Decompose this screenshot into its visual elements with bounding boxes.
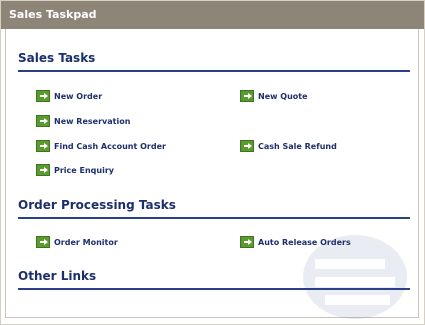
- task-price-enquiry[interactable]: Price Enquiry: [36, 163, 114, 177]
- section-divider-order-processing: [18, 217, 410, 219]
- task-label: Price Enquiry: [54, 165, 114, 175]
- logo-watermark: [303, 235, 407, 319]
- task-cash-sale-refund[interactable]: Cash Sale Refund: [240, 139, 337, 153]
- section-title-other-links: Other Links: [18, 269, 97, 283]
- task-new-quote[interactable]: New Quote: [240, 89, 308, 103]
- green-arrow-icon: [36, 115, 50, 127]
- task-label: New Order: [54, 91, 103, 101]
- green-arrow-icon: [36, 90, 50, 102]
- green-arrow-icon: [36, 164, 50, 176]
- taskpad-panel: Sales Tasks New Order New Quote New Rese…: [5, 29, 419, 319]
- section-divider-sales: [18, 70, 410, 72]
- task-label: Find Cash Account Order: [54, 141, 166, 151]
- green-arrow-icon: [240, 236, 254, 248]
- task-label: New Quote: [258, 91, 308, 101]
- task-find-cash-account-order[interactable]: Find Cash Account Order: [36, 139, 166, 153]
- task-new-reservation[interactable]: New Reservation: [36, 114, 130, 128]
- green-arrow-icon: [240, 140, 254, 152]
- green-arrow-icon: [240, 90, 254, 102]
- task-label: Cash Sale Refund: [258, 141, 337, 151]
- sales-taskpad-window: Sales Taskpad Sales Tasks New Order New …: [0, 0, 425, 325]
- task-label: Order Monitor: [54, 237, 118, 247]
- window-title: Sales Taskpad: [1, 1, 424, 29]
- section-title-order-processing: Order Processing Tasks: [18, 198, 176, 212]
- section-title-sales: Sales Tasks: [18, 51, 96, 65]
- task-order-monitor[interactable]: Order Monitor: [36, 235, 118, 249]
- green-arrow-icon: [36, 140, 50, 152]
- green-arrow-icon: [36, 236, 50, 248]
- task-new-order[interactable]: New Order: [36, 89, 102, 103]
- task-label: New Reservation: [54, 116, 131, 126]
